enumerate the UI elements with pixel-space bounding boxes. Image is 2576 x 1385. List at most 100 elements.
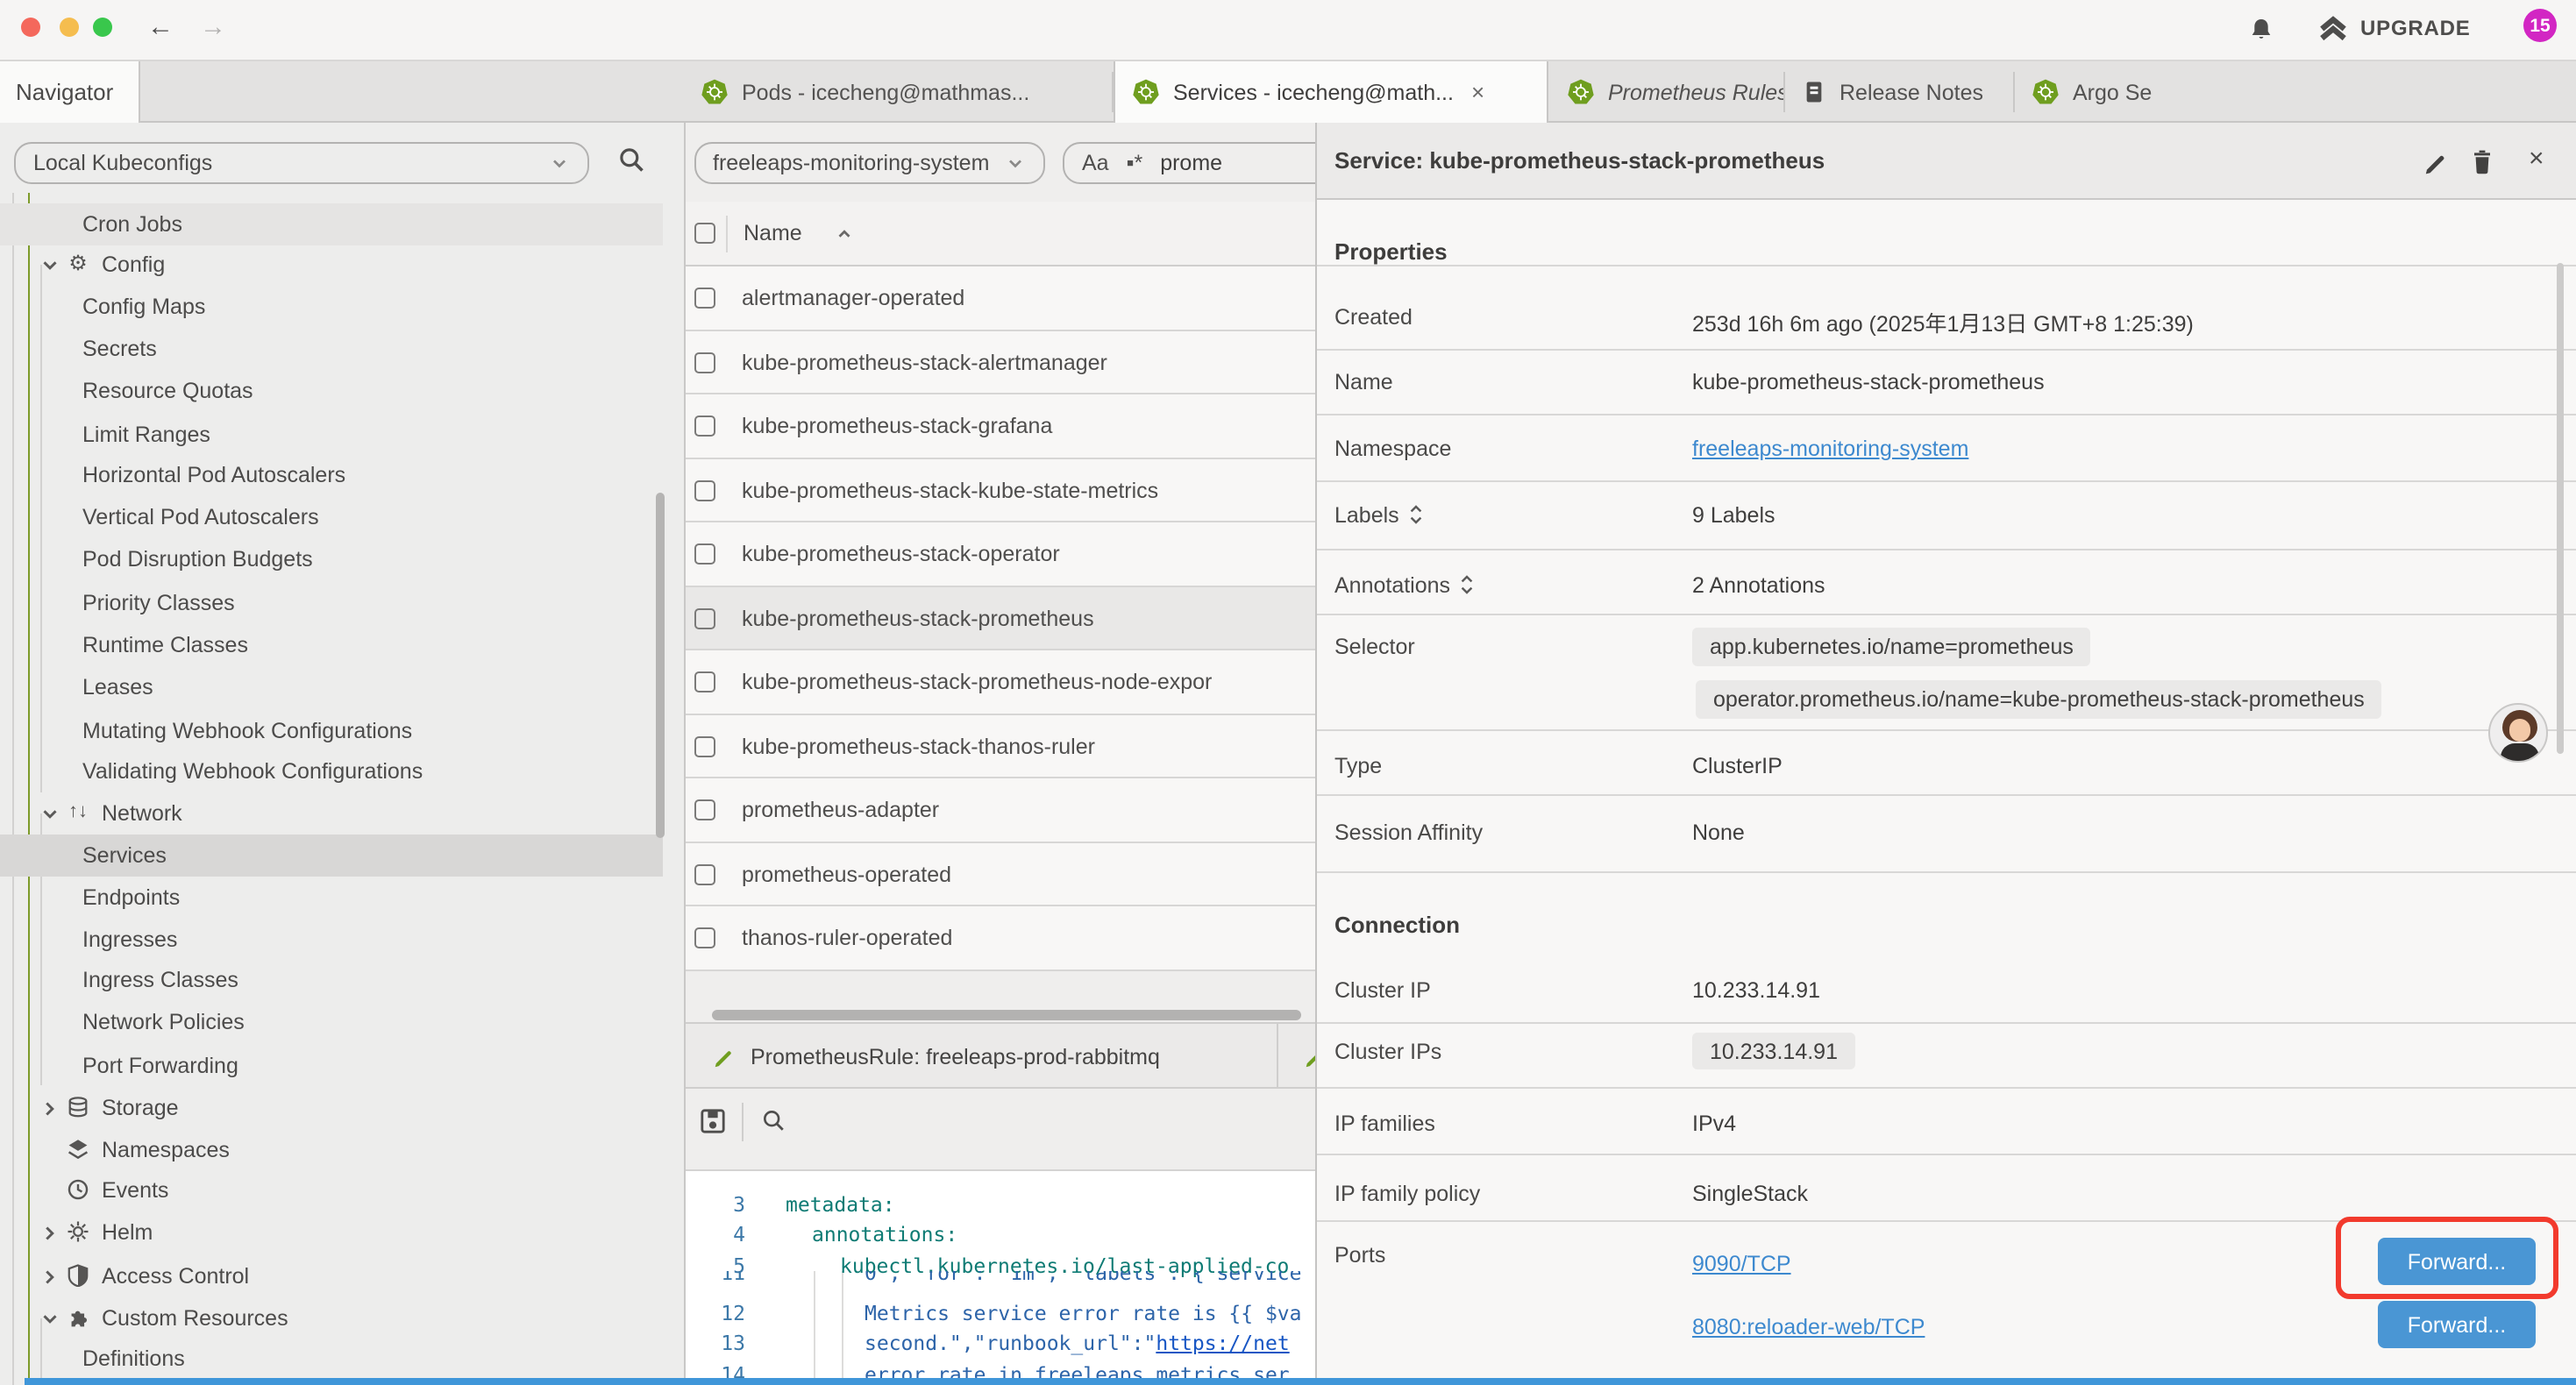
port-link-8080[interactable]: 8080:reloader-web/TCP: [1692, 1314, 1925, 1339]
tab-release-notes[interactable]: Release Notes: [1785, 61, 2015, 123]
row-checkbox[interactable]: [694, 352, 715, 373]
table-row-selected[interactable]: kube-prometheus-stack-prometheus: [686, 586, 1315, 650]
sidebar-item-secrets[interactable]: Secrets: [0, 328, 663, 370]
tab-services[interactable]: Services - icecheng@math... ×: [1114, 61, 1548, 123]
sidebar-item-ingress-classes[interactable]: Ingress Classes: [0, 959, 663, 1001]
tab-navigator[interactable]: Navigator: [0, 61, 140, 123]
sidebar-item-ingresses[interactable]: Ingresses: [0, 919, 663, 961]
expand-collapse-icon[interactable]: [1459, 573, 1475, 596]
navigator-scrollbar[interactable]: [656, 493, 665, 838]
back-arrow-icon[interactable]: ←: [147, 11, 174, 46]
column-header-name[interactable]: Name: [744, 202, 802, 266]
sidebar-item-definitions[interactable]: Definitions: [0, 1338, 663, 1380]
row-checkbox[interactable]: [694, 863, 715, 884]
sidebar-item-services[interactable]: Services: [0, 835, 663, 877]
close-icon[interactable]: ×: [2529, 144, 2555, 170]
search-icon[interactable]: [617, 146, 647, 175]
sidebar-item-runtime-classes[interactable]: Runtime Classes: [0, 624, 663, 666]
tab-prometheus-rules[interactable]: Prometheus Rules - icecheng...: [1550, 61, 1785, 123]
table-row[interactable]: kube-prometheus-stack-prometheus-node-ex…: [686, 650, 1315, 714]
table-row[interactable]: kube-prometheus-stack-operator: [686, 522, 1315, 586]
row-checkbox[interactable]: [694, 416, 715, 437]
edit-pencil-icon[interactable]: [2422, 149, 2448, 175]
regex-toggle[interactable]: ▪*: [1127, 151, 1143, 175]
expand-collapse-icon[interactable]: [1408, 503, 1424, 526]
sidebar-item-pod-disruption-budgets[interactable]: Pod Disruption Budgets: [0, 538, 663, 580]
sidebar-item-port-forwarding[interactable]: Port Forwarding: [0, 1045, 663, 1087]
sidebar-item-priority-classes[interactable]: Priority Classes: [0, 582, 663, 624]
sidebar-item-namespaces[interactable]: Namespaces: [0, 1129, 663, 1171]
sidebar-group-storage[interactable]: Storage: [0, 1087, 663, 1129]
tab-pods[interactable]: Pods - icecheng@mathmas...: [684, 61, 1114, 123]
search-icon[interactable]: [761, 1108, 787, 1134]
chevron-right-icon[interactable]: [39, 1221, 61, 1244]
sidebar-group-helm[interactable]: Helm: [0, 1211, 663, 1254]
yaml-editor[interactable]: 3metadata: 4annotations: 5kubectl.kubern…: [686, 1169, 1315, 1378]
chevron-down-icon[interactable]: [39, 802, 61, 825]
close-window-button[interactable]: [21, 17, 40, 36]
row-checkbox[interactable]: [694, 927, 715, 948]
notification-badge[interactable]: 15: [2523, 9, 2557, 42]
horizontal-scrollbar[interactable]: [712, 1010, 1301, 1020]
table-row[interactable]: prometheus-operated: [686, 842, 1315, 906]
row-checkbox[interactable]: [694, 479, 715, 501]
row-checkbox[interactable]: [694, 288, 715, 309]
forward-arrow-icon[interactable]: →: [200, 11, 226, 46]
kubeconfig-selector[interactable]: Local Kubeconfigs: [14, 142, 589, 184]
sidebar-item-mutating-webhook-configurations[interactable]: Mutating Webhook Configurations: [0, 710, 663, 752]
row-checkbox[interactable]: [694, 671, 715, 692]
zoom-window-button[interactable]: [93, 17, 112, 36]
upgrade-label[interactable]: UPGRADE: [2360, 16, 2471, 40]
property-label[interactable]: Annotations: [1334, 572, 1475, 597]
property-label[interactable]: Labels: [1334, 502, 1424, 527]
table-row[interactable]: kube-prometheus-stack-thanos-ruler: [686, 714, 1315, 778]
chevron-down-icon[interactable]: [39, 1307, 61, 1330]
upgrade-chevrons-icon[interactable]: [2318, 14, 2348, 44]
chevron-right-icon[interactable]: [39, 1265, 61, 1288]
avatar[interactable]: [2488, 703, 2548, 763]
table-row[interactable]: kube-prometheus-stack-alertmanager: [686, 330, 1315, 394]
sidebar-item-horizontal-pod-autoscalers[interactable]: Horizontal Pod Autoscalers: [0, 454, 663, 496]
minimize-window-button[interactable]: [59, 17, 78, 36]
sort-ascending-icon[interactable]: [835, 224, 854, 244]
drawer-scrollbar[interactable]: [2557, 263, 2564, 754]
forward-button-8080[interactable]: Forward...: [2378, 1301, 2536, 1348]
namespace-link[interactable]: freeleaps-monitoring-system: [1692, 437, 1968, 461]
tab-argo[interactable]: Argo Se: [2015, 61, 2576, 123]
chevron-down-icon[interactable]: [39, 253, 61, 276]
editor-tab-partial[interactable]: [1296, 1024, 1315, 1089]
close-tab-icon[interactable]: ×: [1471, 79, 1484, 105]
port-link-9090[interactable]: 9090/TCP: [1692, 1251, 1791, 1275]
chevron-right-icon[interactable]: [39, 1097, 61, 1119]
sidebar-item-events[interactable]: Events: [0, 1169, 663, 1211]
table-row[interactable]: kube-prometheus-stack-grafana: [686, 394, 1315, 458]
table-row[interactable]: thanos-ruler-operated: [686, 906, 1315, 970]
sidebar-item-limit-ranges[interactable]: Limit Ranges: [0, 413, 663, 455]
row-checkbox[interactable]: [694, 607, 715, 629]
row-checkbox[interactable]: [694, 799, 715, 820]
row-checkbox[interactable]: [694, 735, 715, 756]
sidebar-item-cron-jobs[interactable]: Cron Jobs: [0, 203, 663, 245]
code-link[interactable]: https://net: [1156, 1331, 1289, 1355]
table-row[interactable]: alertmanager-operated: [686, 266, 1315, 330]
sidebar-item-leases[interactable]: Leases: [0, 666, 663, 708]
delete-trash-icon[interactable]: [2469, 149, 2495, 175]
bell-icon[interactable]: [2248, 16, 2274, 42]
row-checkbox[interactable]: [694, 543, 715, 565]
match-case-toggle[interactable]: Aa: [1082, 151, 1109, 175]
select-all-checkbox[interactable]: [694, 223, 715, 244]
sidebar-item-resource-quotas[interactable]: Resource Quotas: [0, 370, 663, 412]
table-row[interactable]: kube-prometheus-stack-kube-state-metrics: [686, 458, 1315, 522]
save-icon[interactable]: [700, 1108, 726, 1134]
namespace-selector[interactable]: freeleaps-monitoring-system: [694, 142, 1044, 184]
sidebar-item-endpoints[interactable]: Endpoints: [0, 877, 663, 919]
filter-search-input[interactable]: Aa ▪* prome: [1063, 142, 1315, 184]
sidebar-group-custom-resources[interactable]: Custom Resources: [0, 1297, 663, 1339]
sidebar-item-vertical-pod-autoscalers[interactable]: Vertical Pod Autoscalers: [0, 496, 663, 538]
sidebar-item-validating-webhook-configurations[interactable]: Validating Webhook Configurations: [0, 750, 663, 792]
sidebar-item-config-maps[interactable]: Config Maps: [0, 286, 663, 328]
editor-tab-prometheusrule[interactable]: PrometheusRule: freeleaps-prod-rabbitmq: [686, 1024, 1278, 1089]
sidebar-group-config[interactable]: ⚙ Config: [0, 244, 663, 286]
sidebar-item-network-policies[interactable]: Network Policies: [0, 1001, 663, 1043]
sidebar-group-network[interactable]: ↑↓ Network: [0, 792, 663, 835]
